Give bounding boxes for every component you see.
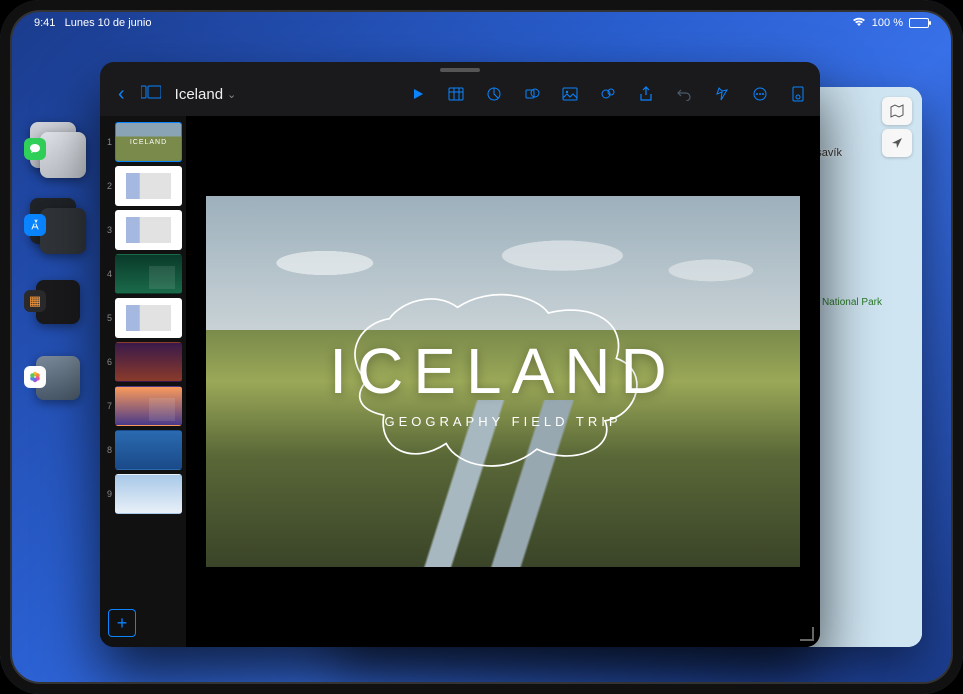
image-icon[interactable]	[560, 84, 580, 104]
thumb-number: 1	[104, 137, 112, 147]
thumb-number: 9	[104, 489, 112, 499]
slide-thumb-6[interactable]	[115, 342, 182, 382]
chevron-down-icon: ⌄	[227, 88, 236, 101]
stage-manager-rail: ▦	[30, 122, 86, 406]
battery-percent: 100 %	[872, 17, 903, 29]
slide-subtitle: GEOGRAPHY FIELD TRIP	[384, 414, 621, 429]
thumb-number: 3	[104, 225, 112, 235]
calculator-app-icon: ▦	[24, 290, 46, 312]
table-icon[interactable]	[446, 84, 466, 104]
document-title-text: Iceland	[175, 86, 223, 103]
slide-thumb-4[interactable]	[115, 254, 182, 294]
screen: 9:41 Lunes 10 de junio 100 %	[12, 12, 951, 682]
slide-thumb-7[interactable]	[115, 386, 182, 426]
share-icon[interactable]	[636, 84, 656, 104]
view-mode-button[interactable]	[135, 85, 167, 104]
animate-icon[interactable]	[712, 84, 732, 104]
ipad-device: 9:41 Lunes 10 de junio 100 %	[0, 0, 963, 694]
photos-app-icon	[24, 366, 46, 388]
maps-controls	[882, 97, 912, 157]
battery-icon	[909, 18, 929, 28]
status-time: 9:41	[34, 17, 55, 29]
thumb-number: 6	[104, 357, 112, 367]
stage-pile-photos[interactable]	[30, 350, 86, 406]
slide-canvas[interactable]: ICELAND GEOGRAPHY FIELD TRIP	[186, 116, 820, 647]
slide-thumb-3[interactable]	[115, 210, 182, 250]
thumb-number: 5	[104, 313, 112, 323]
slide-title: ICELAND	[329, 334, 676, 408]
undo-icon[interactable]	[674, 84, 694, 104]
thumb-row-9[interactable]: 9	[104, 474, 182, 514]
more-icon[interactable]	[750, 84, 770, 104]
slide-thumb-2[interactable]	[115, 166, 182, 206]
thumb-number: 4	[104, 269, 112, 279]
wifi-icon	[852, 17, 866, 30]
document-title[interactable]: Iceland ⌄	[171, 86, 237, 103]
back-button[interactable]: ‹	[112, 83, 131, 106]
messages-app-icon	[24, 138, 46, 160]
keynote-body: 1 2 3 4 5 6 7 8 9 + ICELAND GEOGRAPHY FIELD TRIP	[100, 116, 820, 647]
play-icon[interactable]	[408, 84, 428, 104]
comment-icon[interactable]	[598, 84, 618, 104]
slide-thumb-5[interactable]	[115, 298, 182, 338]
maps-locate-button[interactable]	[882, 129, 912, 157]
maps-mode-button[interactable]	[882, 97, 912, 125]
chart-icon[interactable]	[484, 84, 504, 104]
thumb-number: 7	[104, 401, 112, 411]
shape-icon[interactable]	[522, 84, 542, 104]
resize-handle-icon[interactable]	[800, 627, 814, 641]
thumb-row-1[interactable]: 1	[104, 122, 182, 162]
status-right: 100 %	[852, 17, 929, 30]
appstore-app-icon	[24, 214, 46, 236]
add-slide-button[interactable]: +	[108, 609, 136, 637]
thumb-row-7[interactable]: 7	[104, 386, 182, 426]
thumb-row-2[interactable]: 2	[104, 166, 182, 206]
status-date: Lunes 10 de junio	[65, 17, 152, 29]
stage-pile-messages[interactable]	[30, 122, 86, 178]
thumb-number: 2	[104, 181, 112, 191]
thumb-row-3[interactable]: 3	[104, 210, 182, 250]
keynote-window: ‹ Iceland ⌄ 1 2 3 4 5	[100, 62, 820, 647]
slide-thumb-1[interactable]	[115, 122, 182, 162]
stage-pile-appstore[interactable]	[30, 198, 86, 254]
thumb-row-6[interactable]: 6	[104, 342, 182, 382]
slide-navigator[interactable]: 1 2 3 4 5 6 7 8 9 +	[100, 116, 186, 647]
slide-thumb-8[interactable]	[115, 430, 182, 470]
slide-thumb-9[interactable]	[115, 474, 182, 514]
stage-pile-calculator[interactable]: ▦	[30, 274, 86, 330]
status-left: 9:41 Lunes 10 de junio	[34, 17, 151, 29]
thumb-row-8[interactable]: 8	[104, 430, 182, 470]
thumb-row-4[interactable]: 4	[104, 254, 182, 294]
toolbar-icons	[408, 84, 808, 104]
status-bar: 9:41 Lunes 10 de junio 100 %	[12, 12, 951, 34]
document-options-icon[interactable]	[788, 84, 808, 104]
slide-1[interactable]: ICELAND GEOGRAPHY FIELD TRIP	[206, 196, 800, 567]
thumb-row-5[interactable]: 5	[104, 298, 182, 338]
keynote-toolbar: ‹ Iceland ⌄	[100, 72, 820, 116]
thumb-number: 8	[104, 445, 112, 455]
